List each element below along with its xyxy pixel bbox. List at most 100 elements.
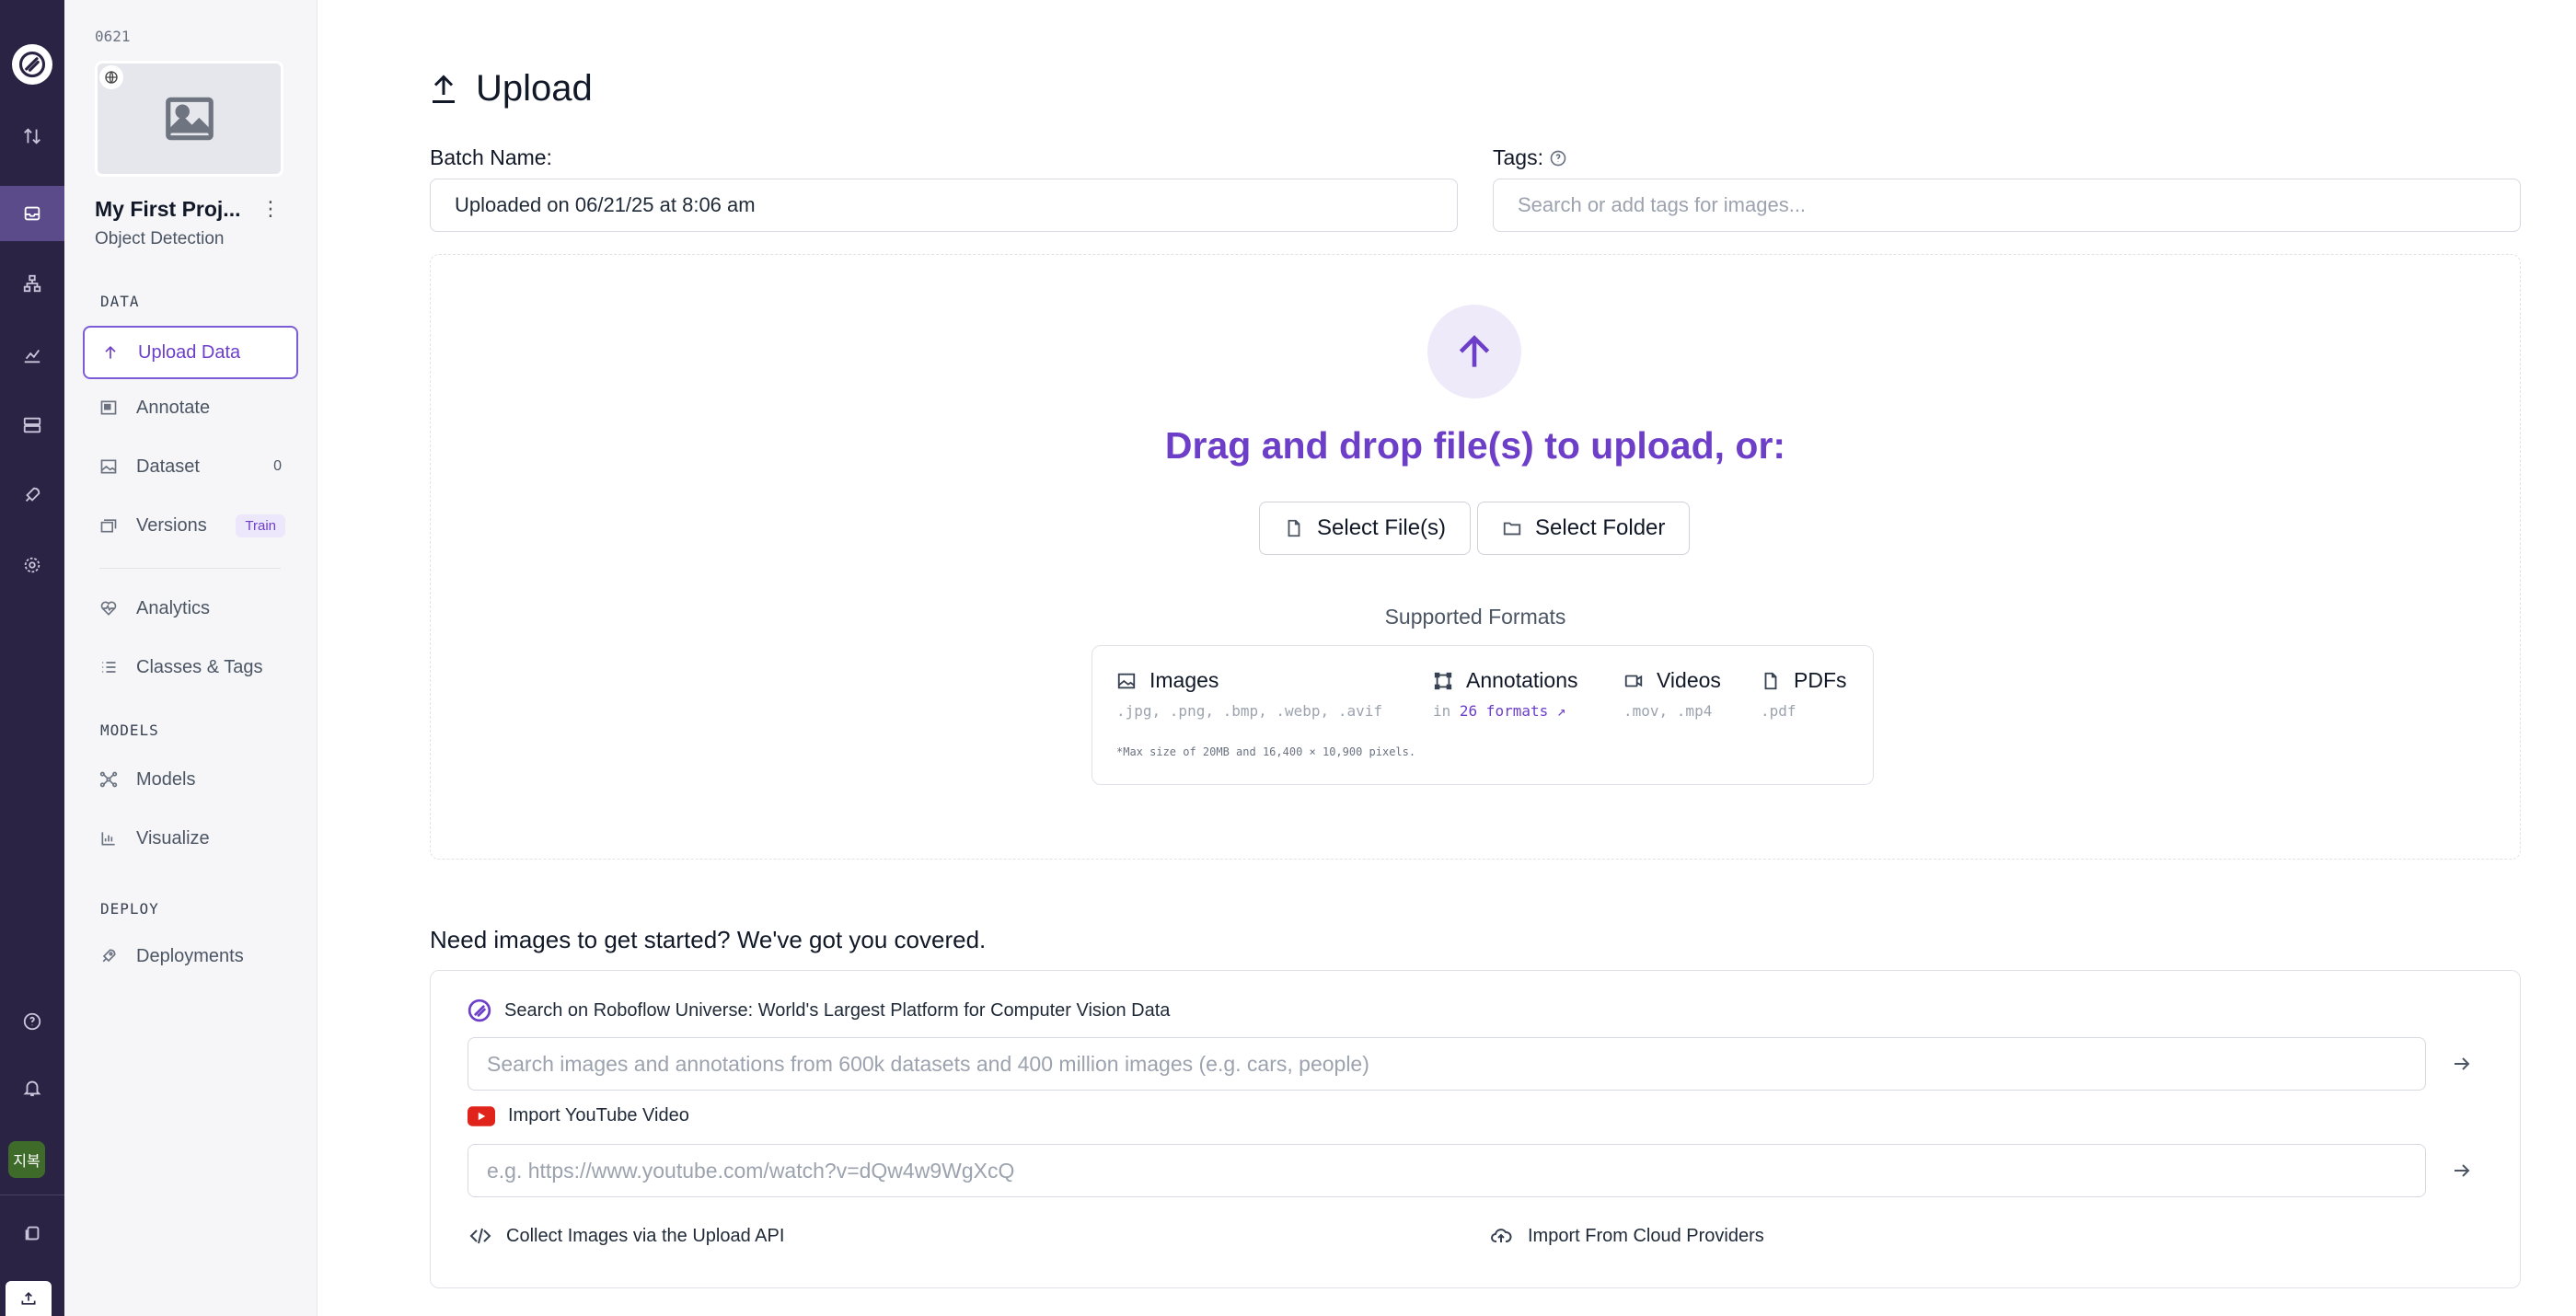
drop-headline: Drag and drop file(s) to upload, or: <box>1164 424 1786 467</box>
analytics-icon[interactable] <box>0 328 64 383</box>
universe-search-input[interactable]: Search images and annotations from 600k … <box>468 1037 2426 1091</box>
arrow-up-icon <box>105 345 116 359</box>
roboflow-universe-icon <box>468 999 491 1022</box>
format-videos-label: Videos <box>1657 668 1721 692</box>
sidebar-item-label: Analytics <box>136 597 211 618</box>
rocket-icon[interactable] <box>0 468 64 523</box>
sidebar-item-label: Deployments <box>136 945 244 966</box>
inbox-icon[interactable] <box>0 186 64 241</box>
external-link-icon[interactable]: ↗ <box>1557 702 1566 720</box>
section-data: DATA <box>100 293 140 310</box>
sidebar-item-annotate[interactable]: Annotate <box>83 381 298 434</box>
sidebar-item-dataset[interactable]: Dataset 0 <box>83 440 298 493</box>
sidebar-item-classes-tags[interactable]: Classes & Tags <box>83 641 298 694</box>
project-sidebar: 0621 My First Proj... ⋮ Object Detection… <box>64 0 318 1316</box>
models-icon <box>99 771 118 788</box>
section-models: MODELS <box>100 721 159 739</box>
sidebar-item-deployments[interactable]: Deployments <box>83 929 298 983</box>
universe-submit-arrow-icon[interactable] <box>2446 1048 2478 1079</box>
list-icon <box>102 662 116 673</box>
main-content: Upload Batch Name: Uploaded on 06/21/25 … <box>318 0 2576 1316</box>
folder-icon <box>1503 522 1521 536</box>
code-icon <box>469 1228 491 1244</box>
help-icon[interactable] <box>1549 149 1567 167</box>
upload-icon[interactable] <box>6 1281 52 1316</box>
youtube-row: Import YouTube Video <box>468 1105 689 1126</box>
workflow-icon[interactable] <box>0 256 64 311</box>
tags-input[interactable]: Search or add tags for images... <box>1493 179 2521 232</box>
project-id: 0621 <box>95 28 131 45</box>
pdf-icon <box>1764 672 1777 689</box>
globe-icon[interactable] <box>99 65 123 89</box>
drop-zone[interactable]: Drag and drop file(s) to upload, or: Sel… <box>430 254 2521 860</box>
youtube-url-input[interactable]: e.g. https://www.youtube.com/watch?v=dQw… <box>468 1144 2426 1197</box>
sidebar-item-label: Models <box>136 768 196 790</box>
upload-icon <box>433 74 455 103</box>
sidebar-item-versions[interactable]: Versions Train <box>83 499 298 552</box>
youtube-label: Import YouTube Video <box>508 1105 689 1126</box>
docs-icon[interactable] <box>0 1206 64 1261</box>
annotations-prefix: in <box>1433 702 1451 720</box>
format-pdfs-label: PDFs <box>1794 668 1847 692</box>
upload-api-link[interactable]: Collect Images via the Upload API <box>468 1225 784 1247</box>
upload-arrow-icon[interactable] <box>1427 305 1521 398</box>
youtube-submit-arrow-icon[interactable] <box>2446 1155 2478 1186</box>
project-name[interactable]: My First Proj... <box>95 197 240 222</box>
sidebar-item-upload-data[interactable]: Upload Data <box>83 326 298 379</box>
cloud-upload-icon <box>1491 1229 1512 1242</box>
universe-label: Search on Roboflow Universe: World's Lar… <box>504 999 1171 1021</box>
bell-icon[interactable] <box>0 1060 64 1115</box>
select-folder-button[interactable]: Select Folder <box>1477 502 1691 555</box>
project-type: Object Detection <box>95 229 225 248</box>
supported-formats-title: Supported Formats <box>1384 605 1566 629</box>
sidebar-item-models[interactable]: Models <box>83 753 298 806</box>
sidebar-divider <box>99 568 281 569</box>
help-icon[interactable] <box>0 994 64 1049</box>
sidebar-item-label: Dataset <box>136 456 200 477</box>
format-annotations-ext: in 26 formats ↗ <box>1433 702 1577 720</box>
versions-icon <box>100 519 117 533</box>
formats-box: Images .jpg, .png, .bmp, .webp, .avif An… <box>1092 645 1874 785</box>
cloud-providers-link[interactable]: Import From Cloud Providers <box>1487 1225 1764 1247</box>
transfer-icon[interactable] <box>0 109 64 164</box>
dataset-count: 0 <box>273 458 282 474</box>
icon-rail: 지복 <box>0 0 64 1316</box>
format-pdfs-ext: .pdf <box>1761 702 1796 720</box>
server-icon[interactable] <box>0 398 64 453</box>
sidebar-item-label: Versions <box>136 514 207 536</box>
rocket-icon <box>102 949 116 963</box>
format-images: Images .jpg, .png, .bmp, .webp, .avif <box>1116 668 1382 720</box>
universe-row: Search on Roboflow Universe: World's Lar… <box>468 999 1170 1022</box>
sidebar-item-label: Classes & Tags <box>136 656 263 677</box>
getting-started-title: Need images to get started? We've got yo… <box>430 926 987 953</box>
universe-search-placeholder: Search images and annotations from 600k … <box>487 1051 1369 1076</box>
page-title: Upload <box>430 68 593 110</box>
user-avatar[interactable]: 지복 <box>8 1141 45 1178</box>
format-pdfs: PDFs .pdf <box>1761 668 1847 720</box>
annotation-formats-link[interactable]: 26 formats <box>1460 702 1548 720</box>
batch-name-label: Batch Name: <box>430 145 552 169</box>
batch-name-input[interactable]: Uploaded on 06/21/25 at 8:06 am <box>430 179 1458 232</box>
settings-icon[interactable] <box>0 537 64 593</box>
tags-placeholder: Search or add tags for images... <box>1518 193 1807 216</box>
format-annotations: Annotations in 26 formats ↗ <box>1433 668 1577 720</box>
select-folder-label: Select Folder <box>1535 515 1666 540</box>
format-videos-ext: .mov, .mp4 <box>1623 702 1713 720</box>
bounding-box-icon <box>1434 672 1452 689</box>
select-files-button[interactable]: Select File(s) <box>1259 502 1472 555</box>
youtube-url-placeholder: e.g. https://www.youtube.com/watch?v=dQw… <box>487 1158 1015 1183</box>
sidebar-item-visualize[interactable]: Visualize <box>83 812 298 865</box>
image-icon <box>100 459 117 474</box>
tags-label: Tags: <box>1493 145 1567 170</box>
cloud-providers-label: Import From Cloud Providers <box>1528 1225 1764 1246</box>
getting-started-panel: Search on Roboflow Universe: World's Lar… <box>430 970 2521 1288</box>
roboflow-logo-icon[interactable] <box>12 44 52 85</box>
annotate-icon <box>100 400 117 415</box>
upload-api-label: Collect Images via the Upload API <box>506 1225 785 1246</box>
format-images-ext: .jpg, .png, .bmp, .webp, .avif <box>1116 702 1382 720</box>
tags-label-text: Tags: <box>1493 145 1543 169</box>
select-files-label: Select File(s) <box>1317 515 1447 540</box>
train-badge[interactable]: Train <box>236 514 285 537</box>
more-options-icon[interactable]: ⋮ <box>260 197 281 221</box>
sidebar-item-analytics[interactable]: Analytics <box>83 582 298 635</box>
